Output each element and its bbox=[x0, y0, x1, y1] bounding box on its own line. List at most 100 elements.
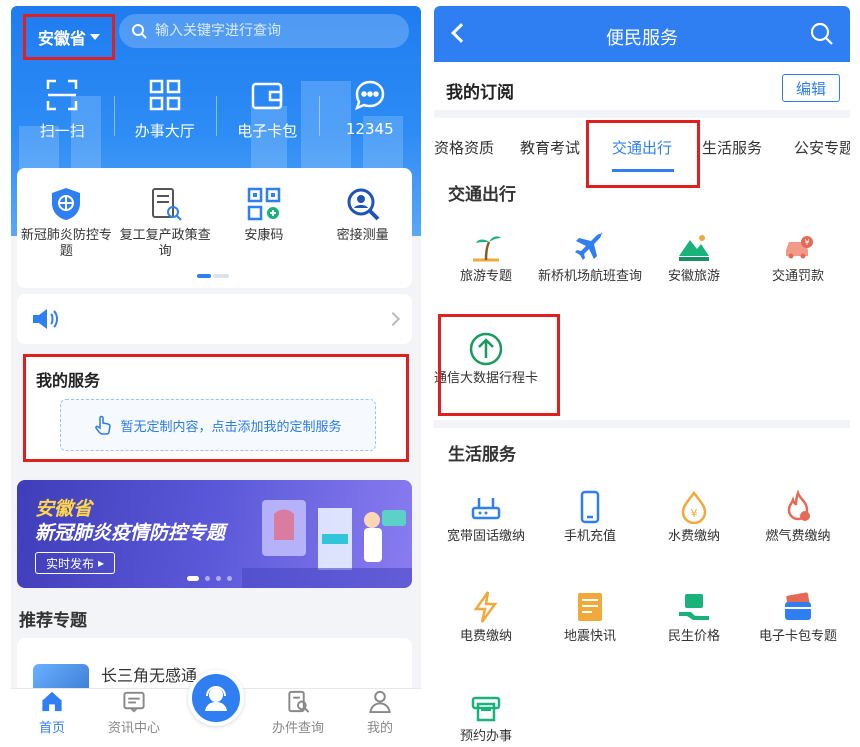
service-phone-topup[interactable]: 手机充值 bbox=[538, 490, 642, 545]
divider bbox=[434, 110, 850, 118]
tab-case-query-label: 办件查询 bbox=[271, 721, 324, 736]
banner-live-button[interactable]: 实时发布 ▸ bbox=[35, 552, 116, 574]
service-gas-fee[interactable]: 燃气费缴纳 bbox=[746, 490, 850, 545]
service-policy[interactable]: 复工复产政策查询 bbox=[116, 186, 215, 288]
service-tourism[interactable]: 旅游专题 bbox=[434, 230, 538, 285]
service-covid-label: 新冠肺炎防控专题 bbox=[20, 228, 112, 259]
case-search-icon bbox=[288, 690, 310, 713]
quick-scan-label: 扫一扫 bbox=[39, 122, 85, 140]
service-earthquake-news-label: 地震快讯 bbox=[563, 629, 616, 644]
service-covid-topic[interactable]: 新冠肺炎防控专题 bbox=[17, 186, 116, 288]
service-policy-label: 复工复产政策查询 bbox=[119, 228, 211, 259]
search-bar[interactable] bbox=[119, 14, 409, 48]
tab-education[interactable]: 教育考试 bbox=[520, 137, 580, 158]
news-icon bbox=[123, 691, 145, 713]
service-tourism-label: 旅游专题 bbox=[459, 269, 512, 284]
service-water-fee-label: 水费缴纳 bbox=[667, 529, 720, 544]
chevron-right-icon bbox=[385, 311, 401, 327]
tab-police[interactable]: 公安专题 bbox=[794, 137, 850, 158]
tab-me[interactable]: 我的 bbox=[339, 689, 421, 742]
subscription-header: 我的订阅 编辑 bbox=[434, 66, 850, 110]
service-flight[interactable]: 新桥机场航班查询 bbox=[538, 230, 642, 285]
tab-case-query[interactable]: 办件查询 bbox=[257, 689, 339, 742]
covid-banner[interactable]: 安徽省 新冠肺炎疫情防控专题 实时发布 ▸ bbox=[17, 480, 412, 588]
banner-live-label: 实时发布 bbox=[46, 556, 95, 571]
chat-icon bbox=[354, 80, 385, 111]
quick-12345-label: 12345 bbox=[345, 120, 394, 138]
service-broadband[interactable]: 宽带固话缴纳 bbox=[434, 490, 538, 545]
triangle-right-icon: ▸ bbox=[98, 556, 105, 570]
quick-actions: 扫一扫 办事大厅 电子卡包 12345 bbox=[11, 78, 421, 158]
life-section-title: 生活服务 bbox=[448, 445, 516, 465]
cards-icon bbox=[785, 592, 811, 620]
add-custom-service-button[interactable]: 暂无定制内容，点击添加我的定制服务 bbox=[60, 399, 376, 451]
lightning-icon bbox=[473, 591, 498, 623]
selected-tab-highlight bbox=[586, 120, 700, 188]
service-water-fee[interactable]: ¥ 水费缴纳 bbox=[642, 490, 746, 545]
service-card-wallet-label: 电子卡包专题 bbox=[758, 629, 837, 644]
service-health-code[interactable]: 安康码 bbox=[215, 186, 314, 288]
service-contact-check[interactable]: 密接测量 bbox=[313, 186, 412, 288]
assistant-button[interactable] bbox=[188, 670, 244, 726]
quick-hall[interactable]: 办事大厅 bbox=[113, 78, 217, 158]
tab-news[interactable]: 资讯中心 bbox=[93, 689, 175, 742]
banner-pagination bbox=[187, 576, 232, 581]
service-traffic-fine[interactable]: ¥ 交通罚款 bbox=[746, 230, 850, 285]
tab-me-label: 我的 bbox=[366, 721, 393, 736]
tab-home-label: 首页 bbox=[38, 721, 65, 736]
traffic-section-title: 交通出行 bbox=[448, 185, 516, 205]
province-label: 安徽省 bbox=[37, 29, 86, 48]
newspaper-icon bbox=[578, 593, 602, 621]
province-selector[interactable]: 安徽省 bbox=[23, 14, 115, 60]
feature-card: 新冠肺炎防控专题 复工复产政策查询 安康码 密接测量 bbox=[17, 168, 412, 288]
magnifier-icon bbox=[347, 188, 380, 221]
mountain-icon bbox=[679, 235, 709, 261]
service-electricity-fee-label: 电费缴纳 bbox=[459, 629, 512, 644]
tab-news-label: 资讯中心 bbox=[107, 721, 160, 736]
flame-icon bbox=[787, 490, 810, 521]
tab-life[interactable]: 生活服务 bbox=[702, 137, 762, 158]
wallet-icon bbox=[252, 82, 283, 110]
quick-hall-label: 办事大厅 bbox=[134, 122, 195, 140]
tab-home[interactable]: 首页 bbox=[11, 689, 93, 742]
service-anhui-travel[interactable]: 安徽旅游 bbox=[642, 230, 746, 285]
travel-card-highlight bbox=[438, 314, 560, 416]
tab-qualification[interactable]: 资格资质 bbox=[434, 137, 494, 158]
printer-icon bbox=[471, 696, 501, 722]
divider bbox=[434, 420, 850, 428]
quick-scan[interactable]: 扫一扫 bbox=[11, 78, 114, 158]
my-services-title: 我的服务 bbox=[36, 371, 101, 390]
recommend-item-label: 长三角无感通 bbox=[101, 666, 198, 685]
tap-hand-icon bbox=[95, 415, 112, 435]
service-electricity-fee[interactable]: 电费缴纳 bbox=[434, 590, 538, 645]
caret-down-icon bbox=[90, 34, 100, 40]
subscription-label: 我的订阅 bbox=[446, 83, 514, 103]
quick-12345[interactable]: 12345 bbox=[318, 78, 422, 158]
edit-button[interactable]: 编辑 bbox=[782, 74, 840, 102]
service-broadband-label: 宽带固话缴纳 bbox=[446, 529, 525, 544]
banner-province: 安徽省 bbox=[35, 498, 93, 520]
service-screen: 便民服务 我的订阅 编辑 资格资质 教育考试 交通出行 生活服务 公安专题 交通… bbox=[434, 6, 850, 742]
car-fine-icon: ¥ bbox=[786, 236, 813, 259]
service-price[interactable]: 民生价格 bbox=[642, 590, 746, 645]
svg-text:¥: ¥ bbox=[804, 238, 809, 247]
user-icon bbox=[369, 690, 391, 714]
grid-icon bbox=[149, 79, 180, 111]
nav-bar: 便民服务 bbox=[434, 6, 850, 62]
home-screen: 安徽省 扫一扫 办事大厅 电子卡包 12345 新冠肺炎防控专题 bbox=[11, 6, 421, 742]
home-icon bbox=[42, 691, 62, 712]
search-icon[interactable] bbox=[810, 22, 834, 46]
service-appointment-label: 预约办事 bbox=[459, 729, 512, 742]
document-icon bbox=[152, 188, 182, 221]
quick-wallet[interactable]: 电子卡包 bbox=[216, 78, 319, 158]
service-card-wallet[interactable]: 电子卡包专题 bbox=[746, 590, 850, 645]
lab-illustration bbox=[242, 500, 412, 588]
phone-icon bbox=[580, 490, 600, 524]
service-earthquake-news[interactable]: 地震快讯 bbox=[538, 590, 642, 645]
service-appointment[interactable]: 预约办事 bbox=[434, 690, 538, 742]
qrcode-icon bbox=[247, 187, 281, 221]
search-input[interactable] bbox=[155, 23, 375, 39]
price-icon bbox=[679, 594, 709, 620]
announcement-bar[interactable] bbox=[17, 294, 412, 344]
category-tabs: 资格资质 教育考试 交通出行 生活服务 公安专题 bbox=[434, 120, 850, 188]
